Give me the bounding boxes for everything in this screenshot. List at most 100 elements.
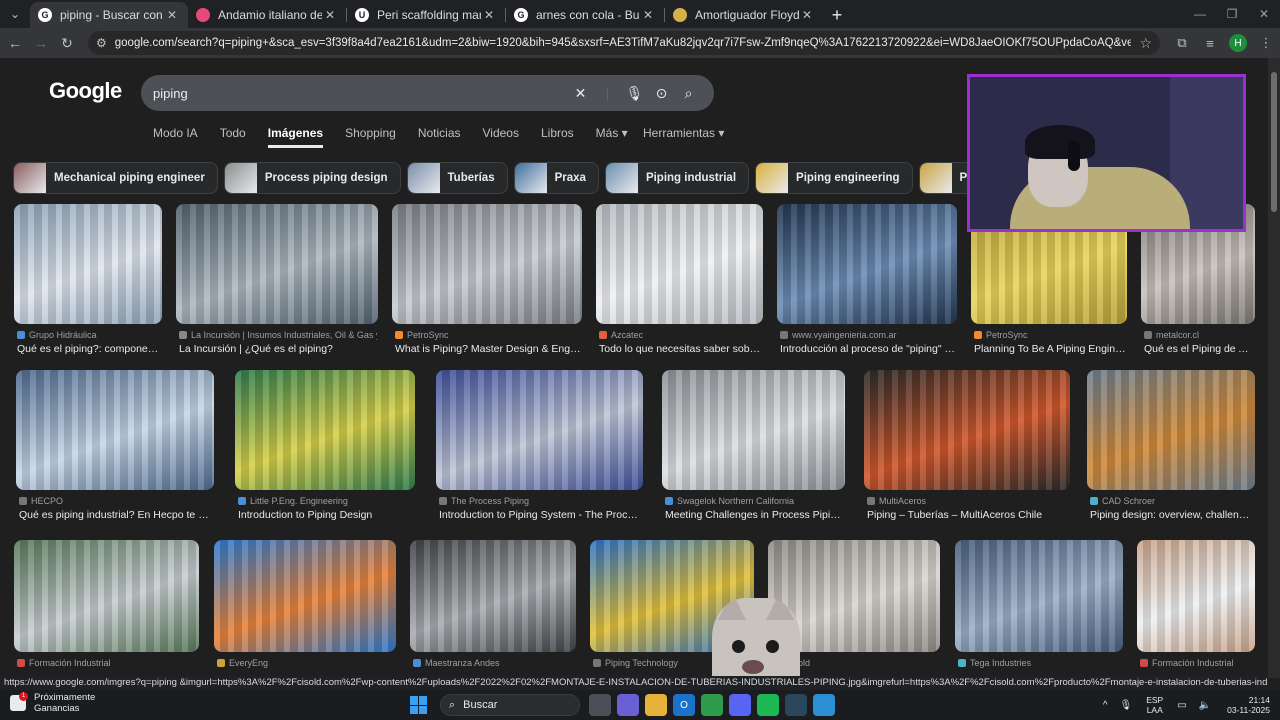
result-thumbnail[interactable] <box>392 204 582 324</box>
browser-tab[interactable]: U Peri scaffolding marques riscal✕ <box>347 2 505 28</box>
bookmark-star-icon[interactable]: ☆ <box>1139 35 1152 52</box>
result-source[interactable]: EveryEng <box>217 658 395 668</box>
steam-icon[interactable] <box>785 694 807 716</box>
discord-icon[interactable] <box>729 694 751 716</box>
result-thumbnail[interactable] <box>777 204 957 324</box>
restore-icon[interactable]: ❐ <box>1216 0 1248 28</box>
image-result[interactable]: Tega Industries <box>955 540 1123 678</box>
tab-más[interactable]: Más ▾ <box>596 126 628 148</box>
result-source[interactable]: Tega Industries <box>958 658 1122 668</box>
result-thumbnail[interactable] <box>662 370 845 490</box>
tab-videos[interactable]: Videos <box>483 126 519 148</box>
result-thumbnail[interactable] <box>1137 540 1255 652</box>
volume-icon[interactable]: 🔈 <box>1199 700 1211 711</box>
search-icon[interactable]: ⌕ <box>675 85 702 102</box>
result-source[interactable]: PetroSync <box>974 330 1126 340</box>
related-search-chip[interactable]: Process piping design <box>223 162 401 194</box>
result-thumbnail[interactable] <box>955 540 1123 652</box>
browser-tab[interactable]: Amortiguador Floyd Urentano✕ <box>665 2 823 28</box>
image-result[interactable]: The Process Piping Introduction to Piping… <box>436 370 643 525</box>
related-search-chip[interactable]: Piping industrial <box>604 162 750 194</box>
file-explorer-icon[interactable] <box>645 694 667 716</box>
related-search-chip[interactable]: Praxa <box>513 162 599 194</box>
outlook-icon[interactable]: O <box>673 694 695 716</box>
result-caption[interactable]: Introducción al proceso de "piping" - Ví… <box>780 343 956 355</box>
result-source[interactable]: www.vyaingenieria.com.ar <box>780 330 956 340</box>
result-thumbnail[interactable] <box>1087 370 1255 490</box>
menu-kebab-icon[interactable]: ⋮ <box>1252 30 1280 56</box>
result-source[interactable]: Little P.Eng. Engineering <box>238 496 414 506</box>
image-result[interactable]: PetroSync What is Piping? Master Design &… <box>392 204 582 359</box>
browser-tab[interactable]: Gpiping - Buscar con Google✕ <box>30 2 188 28</box>
tab-close-icon[interactable]: ✕ <box>322 8 338 22</box>
start-button[interactable] <box>410 696 428 714</box>
result-thumbnail[interactable] <box>214 540 396 652</box>
tab-close-icon[interactable]: ✕ <box>481 8 497 22</box>
result-caption[interactable]: Todo lo que necesitas saber sobre las ..… <box>599 343 762 355</box>
site-info-icon[interactable]: ⚙ <box>96 36 107 50</box>
related-search-chip[interactable]: Piping engineering <box>755 162 913 194</box>
result-source[interactable]: Formación Industrial <box>1140 658 1254 668</box>
result-source[interactable]: PetroSync <box>395 330 581 340</box>
image-result[interactable]: EveryEng <box>214 540 396 678</box>
result-source[interactable]: Azcatec <box>599 330 762 340</box>
result-thumbnail[interactable] <box>436 370 643 490</box>
result-source[interactable]: MultiAceros <box>867 496 1069 506</box>
result-thumbnail[interactable] <box>14 204 162 324</box>
copilot-icon[interactable] <box>617 694 639 716</box>
tab-close-icon[interactable]: ✕ <box>164 8 180 22</box>
result-source[interactable]: Maestranza Andes <box>413 658 575 668</box>
result-caption[interactable]: Qué es el Piping de Acero ... <box>1144 343 1254 355</box>
tab-libros[interactable]: Libros <box>541 126 574 148</box>
clear-search-icon[interactable]: ✕ <box>567 85 594 102</box>
result-caption[interactable]: Introduction to Piping System - The Proc… <box>439 509 642 521</box>
result-caption[interactable]: Introduction to Piping Design <box>238 509 414 521</box>
minimize-icon[interactable]: — <box>1184 0 1216 28</box>
image-result[interactable]: Grupo Hidráulica Qué es el piping?: compo… <box>14 204 162 359</box>
widgets-button[interactable]: 1 Próximamente Ganancias <box>10 692 95 714</box>
network-icon[interactable]: ▭ <box>1177 700 1186 711</box>
address-bar[interactable]: ⚙ google.com/search?q=piping+&sca_esv=3f… <box>88 31 1160 55</box>
show-hidden-icons-icon[interactable]: ^ <box>1103 700 1108 711</box>
media-controls-icon[interactable]: ≡ <box>1196 30 1224 56</box>
result-source[interactable]: CAD Schroer <box>1090 496 1254 506</box>
extensions-icon[interactable]: ⧉ <box>1168 30 1196 56</box>
image-result[interactable]: Maestranza Andes <box>410 540 576 678</box>
spotify-icon[interactable] <box>757 694 779 716</box>
result-source[interactable]: Formación Industrial <box>17 658 198 668</box>
tab-shopping[interactable]: Shopping <box>345 126 396 148</box>
result-source[interactable]: HECPO <box>19 496 213 506</box>
tab-modo-ia[interactable]: Modo IA <box>153 126 198 148</box>
result-caption[interactable]: What is Piping? Master Design & Engineer… <box>395 343 581 355</box>
result-thumbnail[interactable] <box>14 540 199 652</box>
result-source[interactable]: Grupo Hidráulica <box>17 330 161 340</box>
tab-imágenes[interactable]: Imágenes <box>267 126 324 148</box>
image-result[interactable]: Little P.Eng. Engineering Introduction to… <box>235 370 415 525</box>
result-source[interactable]: Swagelok Northern California <box>665 496 844 506</box>
chrome-icon[interactable] <box>701 694 723 716</box>
close-window-icon[interactable]: ✕ <box>1248 0 1280 28</box>
microphone-icon[interactable]: 🎙 <box>1120 700 1133 711</box>
tab-close-icon[interactable]: ✕ <box>640 8 656 22</box>
result-source[interactable]: La Incursión | Insumos Industriales, Oil… <box>179 330 377 340</box>
result-thumbnail[interactable] <box>16 370 214 490</box>
lens-icon[interactable]: ⊙ <box>648 85 675 102</box>
result-thumbnail[interactable] <box>176 204 378 324</box>
back-icon[interactable]: ← <box>2 30 28 56</box>
result-thumbnail[interactable] <box>410 540 576 652</box>
result-caption[interactable]: Piping design: overview, challenges ... <box>1090 509 1254 521</box>
image-result[interactable]: CAD Schroer Piping design: overview, chal… <box>1087 370 1255 525</box>
tools-button[interactable]: Herramientas ▾ <box>643 126 724 140</box>
edge-icon[interactable] <box>813 694 835 716</box>
result-caption[interactable]: Meeting Challenges in Process Piping Des… <box>665 509 844 521</box>
result-thumbnail[interactable] <box>596 204 763 324</box>
image-result[interactable]: La Incursión | Insumos Industriales, Oil… <box>176 204 378 359</box>
result-caption[interactable]: Planning To Be A Piping Engineer ... <box>974 343 1126 355</box>
related-search-chip[interactable]: Mechanical piping engineer <box>13 162 218 194</box>
result-caption[interactable]: Piping – Tuberías – MultiAceros Chile <box>867 509 1069 521</box>
result-caption[interactable]: Qué es el piping?: componentes y ... <box>17 343 161 355</box>
google-logo[interactable]: Google <box>49 78 122 104</box>
profile-avatar[interactable]: H <box>1229 34 1247 52</box>
tab-close-icon[interactable]: ✕ <box>799 8 815 22</box>
tab-search-icon[interactable]: ⌄ <box>0 0 30 28</box>
